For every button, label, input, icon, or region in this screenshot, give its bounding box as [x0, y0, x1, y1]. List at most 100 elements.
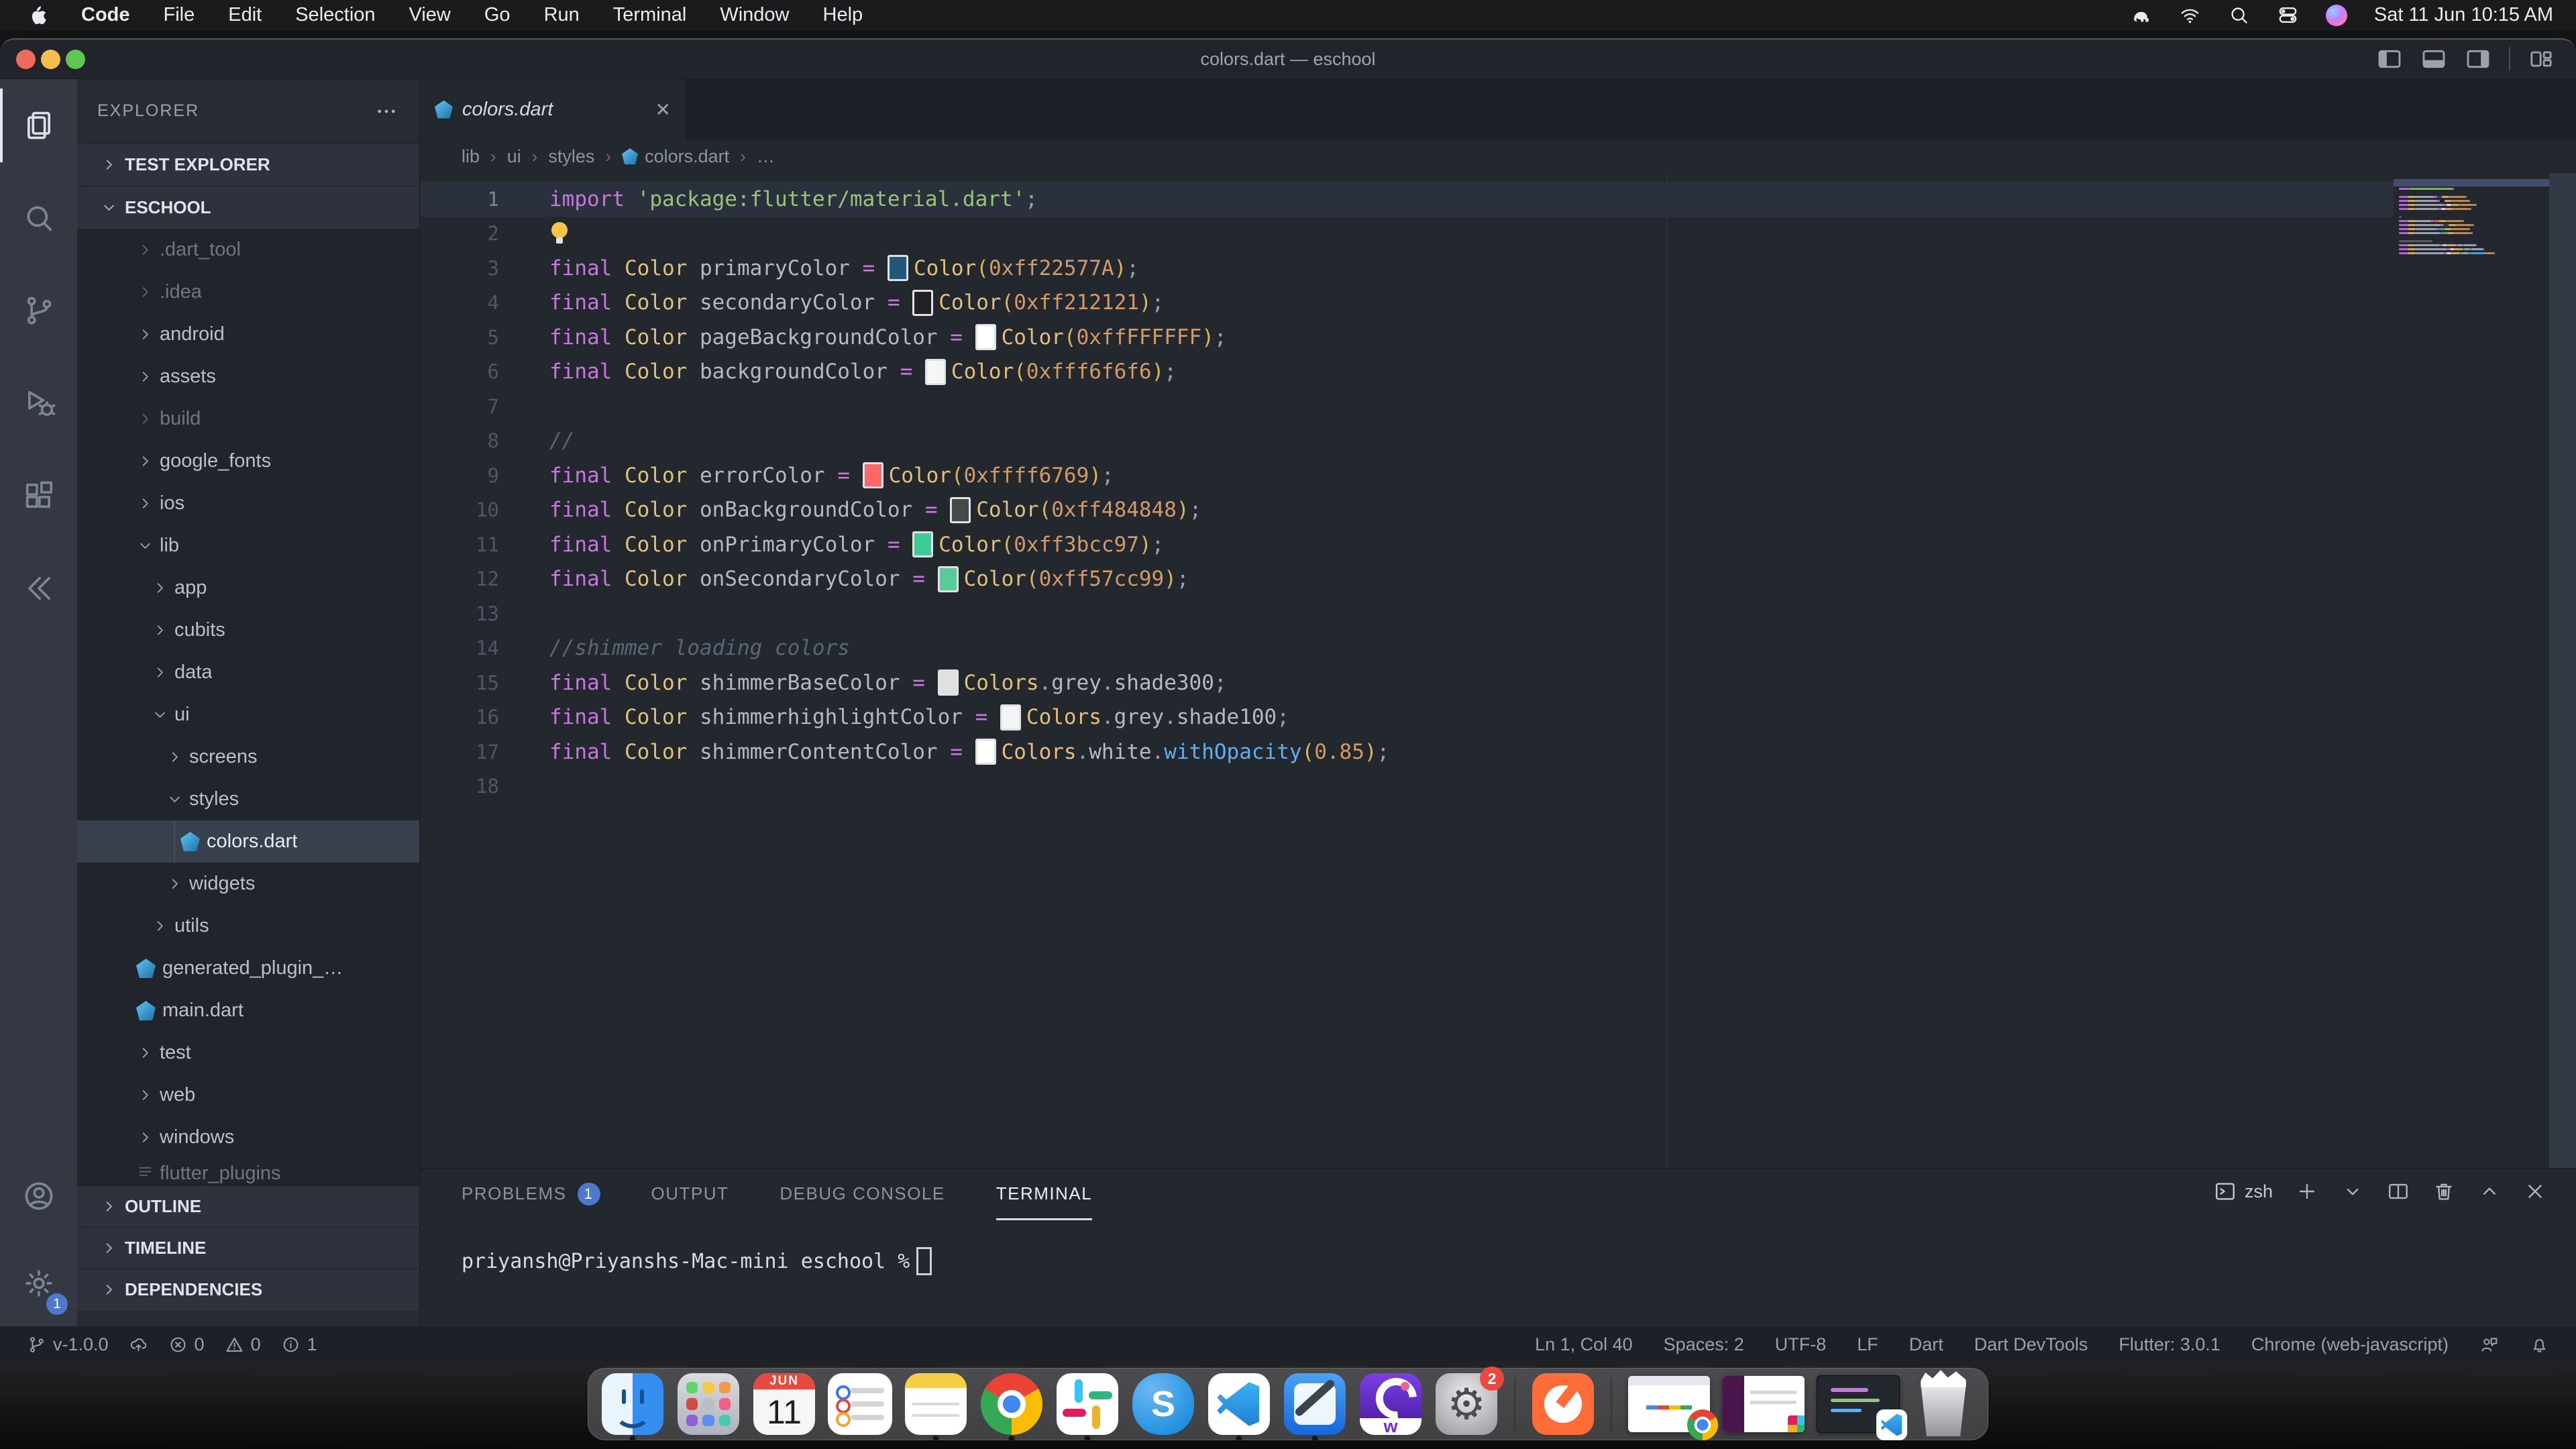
- color-swatch[interactable]: [863, 462, 883, 488]
- code-line-10[interactable]: 10final Color onBackgroundColor = Color(…: [420, 493, 2394, 528]
- close-icon[interactable]: [2524, 1180, 2546, 1203]
- status-info[interactable]: 1: [281, 1334, 317, 1355]
- section-dependencies[interactable]: DEPENDENCIES: [77, 1269, 419, 1310]
- code-line-2[interactable]: 2: [420, 217, 2394, 252]
- terminal[interactable]: priyansh@Priyanshs-Mac-mini eschool %: [420, 1247, 2576, 1275]
- tab-close-icon[interactable]: ✕: [655, 99, 671, 121]
- editor-scrollbar[interactable]: [2549, 173, 2576, 1168]
- siri-icon[interactable]: [2326, 5, 2347, 26]
- dock-xcode[interactable]: [1283, 1372, 1347, 1436]
- menu-window[interactable]: Window: [703, 4, 806, 26]
- section-eschool[interactable]: ESCHOOL: [77, 186, 419, 229]
- tree-item-ios[interactable]: ios: [77, 482, 419, 525]
- menu-selection[interactable]: Selection: [278, 4, 392, 26]
- control-center-icon[interactable]: [2277, 4, 2299, 26]
- status-warning[interactable]: 0: [225, 1334, 261, 1355]
- dock-launchpad[interactable]: [676, 1372, 741, 1436]
- breadcrumb-ui[interactable]: ui: [507, 146, 521, 167]
- tree-item-colors-dart[interactable]: colors.dart: [77, 820, 419, 863]
- code-line-15[interactable]: 15final Color shimmerBaseColor = Colors.…: [420, 665, 2394, 700]
- tree-item-styles[interactable]: styles: [77, 778, 419, 820]
- trash-icon[interactable]: [2432, 1180, 2455, 1203]
- color-swatch[interactable]: [938, 566, 959, 592]
- dock-postman[interactable]: [1531, 1372, 1595, 1436]
- chevron-up-icon[interactable]: [2478, 1180, 2501, 1203]
- code-line-14[interactable]: 14//shimmer loading colors: [420, 631, 2394, 666]
- code-line-16[interactable]: 16final Color shimmerhighlightColor = Co…: [420, 700, 2394, 735]
- dock-calendar[interactable]: JUN11: [752, 1372, 816, 1436]
- activity-extensions-icon[interactable]: [0, 449, 77, 542]
- menu-terminal[interactable]: Terminal: [596, 4, 704, 26]
- section-test-explorer[interactable]: TEST EXPLORER: [77, 143, 419, 186]
- menu-file[interactable]: File: [147, 4, 212, 26]
- tree-item-widgets[interactable]: widgets: [77, 863, 419, 905]
- tree-item-app[interactable]: app: [77, 567, 419, 609]
- code-line-4[interactable]: 4final Color secondaryColor = Color(0xff…: [420, 286, 2394, 321]
- color-swatch[interactable]: [888, 255, 908, 281]
- spotlight-icon[interactable]: [2228, 4, 2250, 26]
- code-line-18[interactable]: 18: [420, 769, 2394, 804]
- code-line-17[interactable]: 17final Color shimmerContentColor = Colo…: [420, 735, 2394, 769]
- dock-system-preferences[interactable]: ⚙2: [1434, 1372, 1499, 1436]
- code-line-12[interactable]: 12final Color onSecondaryColor = Color(0…: [420, 562, 2394, 597]
- breadcrumb-lib[interactable]: lib: [462, 146, 480, 167]
- status-lf[interactable]: LF: [1857, 1334, 1878, 1355]
- tree-item-android[interactable]: android: [77, 313, 419, 356]
- status-spaces-2[interactable]: Spaces: 2: [1664, 1334, 1744, 1355]
- chevron-down-icon[interactable]: [2341, 1180, 2364, 1203]
- status-cloud-upload[interactable]: [129, 1335, 148, 1354]
- dock-slack[interactable]: [1055, 1372, 1120, 1436]
- tree-item-main-dart[interactable]: main.dart: [77, 989, 419, 1032]
- tree-item-data[interactable]: data: [77, 651, 419, 694]
- terminal-shell-select[interactable]: zsh: [2214, 1180, 2273, 1203]
- tree-item-build[interactable]: build: [77, 398, 419, 440]
- tree-item-ui[interactable]: ui: [77, 694, 419, 736]
- tree-item-cubits[interactable]: cubits: [77, 609, 419, 651]
- status-chrome-web-javascript[interactable]: Chrome (web-javascript): [2251, 1334, 2449, 1355]
- dock-window-thumb-vscode[interactable]: [1817, 1372, 1900, 1436]
- dock-notes[interactable]: [904, 1372, 968, 1436]
- status-feedback[interactable]: [2479, 1335, 2499, 1354]
- code-line-7[interactable]: 7: [420, 389, 2394, 424]
- section-timeline[interactable]: TIMELINE: [77, 1227, 419, 1269]
- status-flutter-3-0-1[interactable]: Flutter: 3.0.1: [2118, 1334, 2220, 1355]
- customize-layout-icon[interactable]: [2528, 46, 2555, 72]
- panel-tab-output[interactable]: OUTPUT: [651, 1169, 729, 1220]
- color-swatch[interactable]: [975, 324, 996, 350]
- activity-settings-icon[interactable]: 1: [0, 1240, 77, 1327]
- breadcrumb-styles[interactable]: styles: [548, 146, 594, 167]
- tree-item-idea[interactable]: .idea: [77, 271, 419, 313]
- status-branch[interactable]: v-1.0.0: [27, 1334, 109, 1355]
- split-icon[interactable]: [2387, 1180, 2410, 1203]
- menu-help[interactable]: Help: [806, 4, 880, 26]
- toggle-secondary-sidebar-icon[interactable]: [2465, 46, 2491, 72]
- tree-item-screens[interactable]: screens: [77, 736, 419, 778]
- close-window-button[interactable]: [16, 50, 36, 69]
- activity-flutter-icon[interactable]: [0, 542, 77, 635]
- code-line-13[interactable]: 13: [420, 596, 2394, 631]
- section-outline[interactable]: OUTLINE: [77, 1185, 419, 1227]
- activity-account-icon[interactable]: [0, 1152, 77, 1240]
- code-line-1[interactable]: 1import 'package:flutter/material.dart';: [420, 182, 2394, 217]
- zoom-window-button[interactable]: [66, 50, 85, 69]
- plus-icon[interactable]: [2296, 1180, 2318, 1203]
- menu-run[interactable]: Run: [527, 4, 596, 26]
- dock-reminders[interactable]: [828, 1372, 892, 1436]
- tab-colors-dart[interactable]: colors.dart ✕: [420, 79, 686, 140]
- dock-window-thumb-chrome[interactable]: [1627, 1372, 1711, 1436]
- tree-item-generated-plugin[interactable]: generated_plugin_…: [77, 947, 419, 989]
- panel-tab-terminal[interactable]: TERMINAL: [996, 1169, 1092, 1220]
- activity-search-icon[interactable]: [0, 172, 77, 264]
- apple-icon[interactable]: [19, 5, 64, 26]
- code-line-6[interactable]: 6final Color backgroundColor = Color(0xf…: [420, 355, 2394, 390]
- dock-trash[interactable]: [1911, 1372, 1976, 1436]
- tree-item-test[interactable]: test: [77, 1032, 419, 1074]
- panel-tab-debug-console[interactable]: DEBUG CONSOLE: [780, 1169, 945, 1220]
- wifi-icon[interactable]: [2179, 4, 2201, 26]
- minimap[interactable]: [2394, 173, 2549, 1168]
- menu-edit[interactable]: Edit: [211, 4, 278, 26]
- color-swatch[interactable]: [912, 290, 933, 316]
- title-bar[interactable]: colors.dart — eschool: [0, 40, 2576, 79]
- status-dart[interactable]: Dart: [1909, 1334, 1943, 1355]
- elephant-icon[interactable]: [2130, 4, 2152, 26]
